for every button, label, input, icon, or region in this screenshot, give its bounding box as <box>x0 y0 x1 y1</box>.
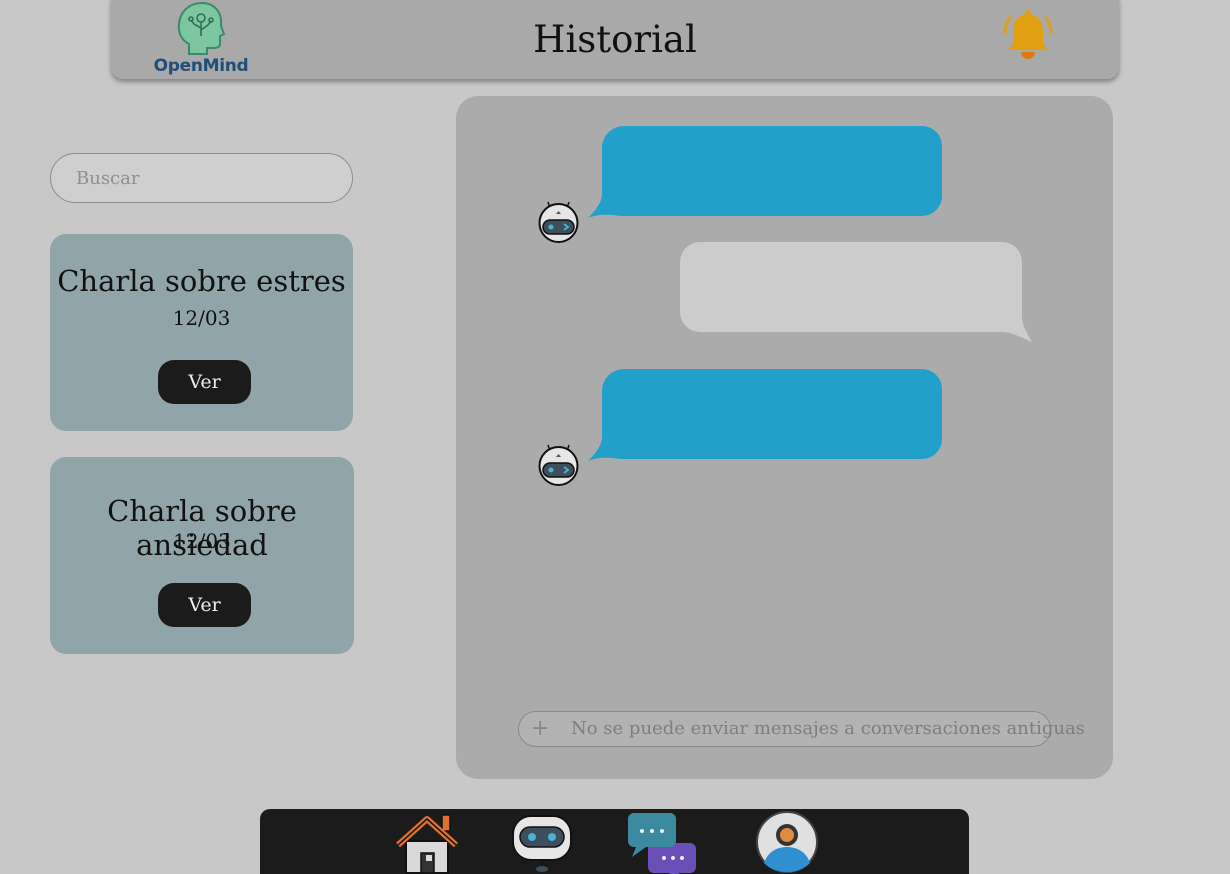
view-conversation-button[interactable]: Ver <box>158 583 251 627</box>
bottom-navigation <box>260 809 969 874</box>
robot-avatar-icon <box>538 444 579 486</box>
robot-avatar-icon <box>538 201 579 243</box>
conversation-date: 12/03 <box>173 529 231 553</box>
view-conversation-button[interactable]: Ver <box>158 360 251 404</box>
conversation-title: Charla sobre estres <box>57 264 346 298</box>
conversation-date: 12/03 <box>172 306 231 330</box>
bot-message-bubble <box>588 126 942 218</box>
search-input[interactable] <box>50 153 353 203</box>
header-bar: OpenMind Historial <box>111 0 1119 79</box>
message-input-placeholder: No se puede enviar mensajes a conversaci… <box>571 718 1085 739</box>
conversation-card: Charla sobre ansiedad 12/03 Ver <box>50 457 354 654</box>
robot-icon[interactable] <box>510 813 574 873</box>
chat-bubbles-icon[interactable] <box>628 813 698 874</box>
plus-icon[interactable]: + <box>531 716 549 741</box>
chat-panel: + No se puede enviar mensajes a conversa… <box>456 96 1113 779</box>
message-input[interactable]: + No se puede enviar mensajes a conversa… <box>518 711 1085 747</box>
bell-icon[interactable] <box>1002 8 1054 68</box>
conversation-card: Charla sobre estres 12/03 Ver <box>50 234 353 431</box>
bot-message-bubble <box>588 369 942 461</box>
page-title: Historial <box>533 18 697 61</box>
profile-icon[interactable] <box>756 811 818 873</box>
user-message-bubble <box>680 242 1032 342</box>
home-icon[interactable] <box>396 811 458 874</box>
